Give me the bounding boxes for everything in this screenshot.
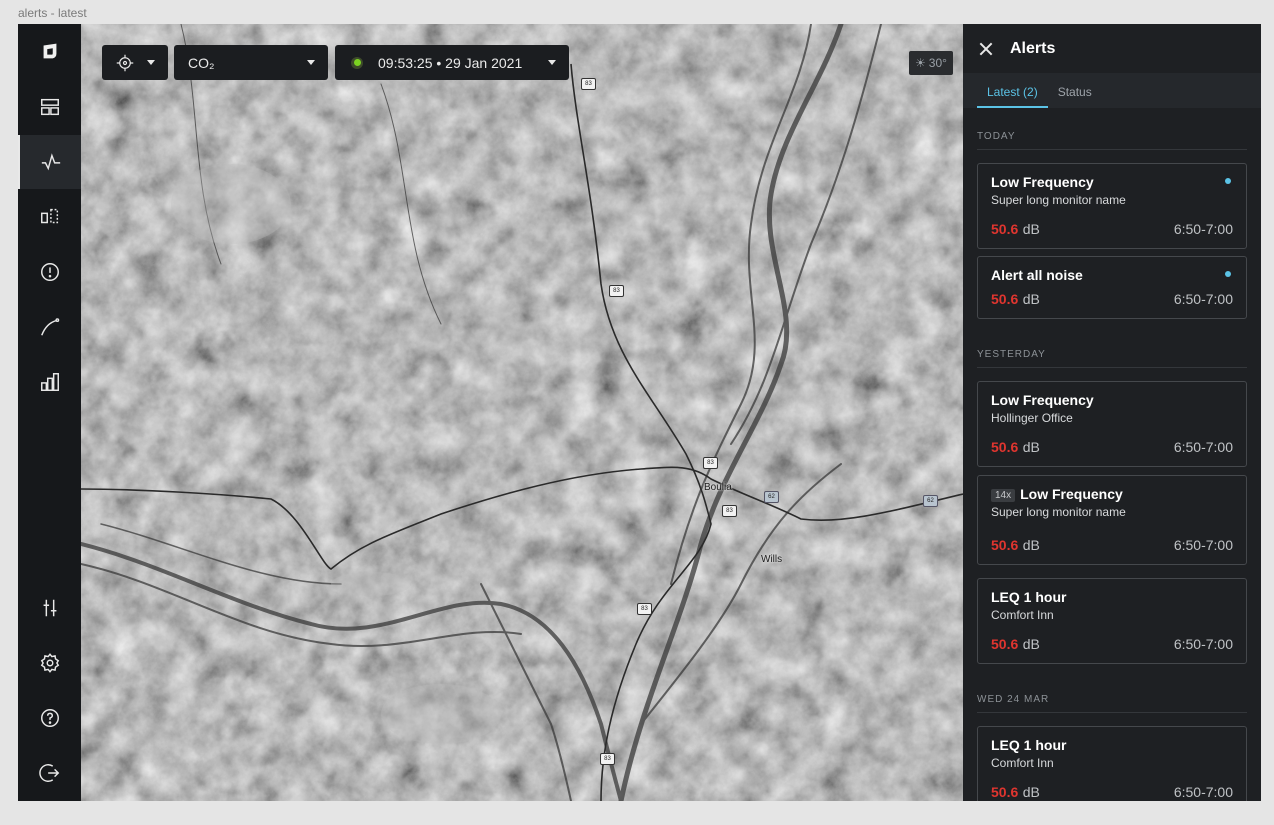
metric-select[interactable]: CO₂: [174, 45, 328, 80]
alert-title: LEQ 1 hour: [991, 589, 1067, 605]
section-header-today: TODAY: [977, 131, 1247, 150]
activity-icon[interactable]: [18, 135, 81, 189]
settings-icon[interactable]: [18, 636, 81, 690]
alert-card[interactable]: Low Frequency Hollinger Office 50.6 dB 6:…: [977, 381, 1247, 467]
section-header-wed-24-mar: WED 24 MAR: [977, 694, 1247, 713]
alert-time: 6:50-7:00: [1173, 291, 1233, 307]
chevron-down-icon: [548, 60, 556, 65]
road-shield-83: 83: [637, 603, 652, 615]
bar-chart-icon[interactable]: [18, 355, 81, 409]
road-shield-62: 62: [923, 495, 938, 507]
metric-label: CO₂: [188, 54, 215, 71]
alert-unit: dB: [1022, 291, 1040, 307]
sliders-icon[interactable]: [18, 581, 81, 635]
weather-chip: ☀ 30°: [909, 51, 953, 75]
tab-latest[interactable]: Latest (2): [977, 85, 1048, 108]
window-title: alerts - latest: [18, 6, 87, 20]
chevron-down-icon: [147, 60, 155, 65]
alert-card[interactable]: 14x Low Frequency Super long monitor name…: [977, 475, 1247, 565]
alert-icon[interactable]: [18, 245, 81, 299]
app-window: 83 83 83 83 83 83 62 62 Boulia Wills CO₂…: [18, 24, 1261, 801]
alert-time: 6:50-7:00: [1173, 537, 1233, 553]
alerts-tabs: Latest (2) Status: [963, 73, 1261, 108]
road-shield-83: 83: [581, 78, 596, 90]
crosshair-icon: [116, 54, 134, 71]
alerts-panel: Alerts Latest (2) Status TODAY Low Frequ…: [963, 24, 1261, 801]
road-shield-83: 83: [703, 457, 718, 469]
road-shield-83: 83: [609, 285, 624, 297]
alert-title: Low Frequency: [1020, 486, 1123, 502]
road-shield-83: 83: [600, 753, 615, 765]
town-label: Wills: [761, 554, 783, 565]
panel-title: Alerts: [1010, 39, 1056, 57]
section-header-yesterday: YESTERDAY: [977, 349, 1247, 368]
road-shield-62: 62: [764, 491, 779, 503]
alert-unit: dB: [1022, 221, 1040, 237]
alert-time: 6:50-7:00: [1173, 784, 1233, 800]
sun-icon: ☀: [915, 56, 926, 70]
alert-title: Low Frequency: [991, 392, 1094, 408]
alert-card[interactable]: LEQ 1 hour Comfort Inn 50.6 dB 6:50-7:00: [977, 578, 1247, 664]
alert-card[interactable]: Low Frequency Super long monitor name 50…: [977, 163, 1247, 249]
alert-monitor: Super long monitor name: [991, 505, 1126, 519]
repeat-count-badge: 14x: [991, 489, 1016, 502]
alert-monitor: Comfort Inn: [991, 756, 1054, 770]
satellite-terrain: [81, 24, 963, 801]
alert-title: Alert all noise: [991, 267, 1083, 283]
alert-value: 50.6: [991, 784, 1019, 800]
town-label: Boulia: [704, 482, 732, 493]
sidebar: [18, 24, 81, 801]
chevron-down-icon: [307, 60, 315, 65]
alert-title: LEQ 1 hour: [991, 737, 1067, 753]
alert-value: 50.6: [991, 221, 1019, 237]
alert-time: 6:50-7:00: [1173, 636, 1233, 652]
alert-value: 50.6: [991, 291, 1019, 307]
alert-value: 50.6: [991, 636, 1019, 652]
alert-unit: dB: [1022, 784, 1040, 800]
road-shield-83: 83: [722, 505, 737, 517]
tab-status[interactable]: Status: [1048, 85, 1102, 108]
live-status-indicator: [351, 56, 363, 69]
alert-time: 6:50-7:00: [1173, 221, 1233, 237]
alert-monitor: Comfort Inn: [991, 608, 1054, 622]
curve-icon[interactable]: [18, 300, 81, 354]
locate-dropdown[interactable]: [102, 45, 168, 80]
dashboard-icon[interactable]: [18, 80, 81, 134]
unread-dot-icon: [1225, 178, 1231, 184]
help-icon[interactable]: [18, 691, 81, 745]
alert-card[interactable]: LEQ 1 hour Comfort Inn 50.6 dB 6:50-7:00: [977, 726, 1247, 801]
devices-icon[interactable]: [18, 190, 81, 244]
alert-value: 50.6: [991, 439, 1019, 455]
alert-unit: dB: [1022, 537, 1040, 553]
unread-dot-icon: [1225, 271, 1231, 277]
alert-monitor: Hollinger Office: [991, 411, 1073, 425]
close-icon[interactable]: [979, 42, 993, 56]
alert-unit: dB: [1022, 636, 1040, 652]
logout-icon[interactable]: [18, 746, 81, 800]
logo-icon[interactable]: [18, 24, 81, 78]
alert-unit: dB: [1022, 439, 1040, 455]
alert-card[interactable]: Alert all noise 50.6 dB 6:50-7:00: [977, 256, 1247, 319]
alert-monitor: Super long monitor name: [991, 193, 1126, 207]
datetime-label: 09:53:25 • 29 Jan 2021: [378, 54, 523, 71]
datetime-select[interactable]: 09:53:25 • 29 Jan 2021: [335, 45, 569, 80]
map-view[interactable]: 83 83 83 83 83 83 62 62 Boulia Wills CO₂…: [81, 24, 963, 801]
alert-time: 6:50-7:00: [1173, 439, 1233, 455]
alert-value: 50.6: [991, 537, 1019, 553]
temperature: 30°: [928, 56, 947, 70]
alert-title: Low Frequency: [991, 174, 1094, 190]
